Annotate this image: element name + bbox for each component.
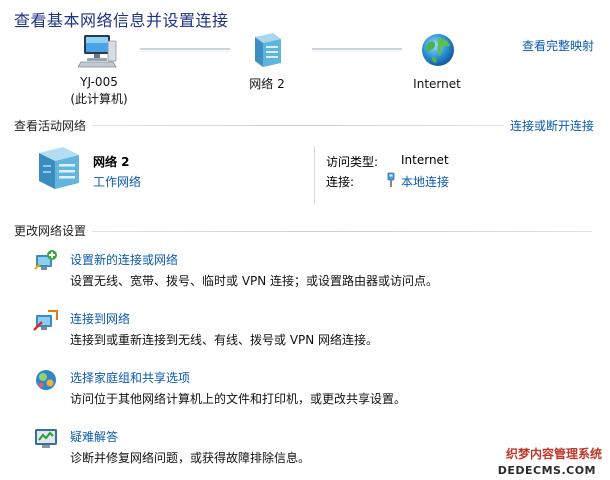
homegroup-icon [33, 368, 59, 392]
full-map-link[interactable]: 查看完整映射 [522, 37, 594, 54]
network-icon[interactable] [247, 31, 287, 69]
task-setup-new-connection-desc: 设置无线、宽带、拨号、临时或 VPN 连接；或设置路由器或访问点。 [70, 274, 439, 288]
computer-icon [77, 33, 118, 69]
computer-name: YJ-005 [80, 75, 118, 89]
network-building-icon [33, 145, 85, 191]
connect-network-icon [33, 309, 59, 333]
task-troubleshoot-desc: 诊断并修复网络问题，或获得故障排除信息。 [70, 451, 311, 465]
ethernet-plug-icon [385, 172, 397, 188]
task-troubleshoot[interactable]: 疑难解答 [70, 428, 118, 445]
network-map-name: 网络 2 [249, 77, 285, 91]
computer-subtitle: (此计算机) [70, 92, 128, 106]
task-connect-to-network-desc: 连接到或重新连接到无线、有线、拨号或 VPN 网络连接。 [70, 333, 379, 347]
task-setup-new-connection[interactable]: 设置新的连接或网络 [70, 251, 178, 268]
map-connector-line [140, 48, 230, 52]
map-connector-line [312, 48, 402, 52]
vertical-divider [314, 146, 315, 204]
access-type-value: Internet [401, 153, 449, 167]
internet-globe-icon[interactable] [420, 32, 456, 68]
new-connection-icon [33, 249, 59, 273]
page-title: 查看基本网络信息并设置连接 [14, 11, 229, 30]
internet-label: Internet [413, 77, 461, 91]
access-type-label: 访问类型: [326, 155, 379, 169]
task-homegroup-sharing[interactable]: 选择家庭组和共享选项 [70, 369, 190, 386]
section-divider [92, 125, 504, 126]
watermark-line2: DEDECMS.COM [497, 464, 596, 477]
active-networks-heading: 查看活动网络 [14, 119, 87, 133]
troubleshoot-icon [33, 426, 59, 450]
connect-disconnect-link[interactable]: 连接或断开连接 [510, 117, 594, 134]
watermark-line1: 织梦内容管理系统 [505, 447, 602, 461]
task-connect-to-network[interactable]: 连接到网络 [70, 310, 130, 327]
section-divider [92, 231, 592, 232]
connection-label: 连接: [326, 175, 355, 189]
active-network-name: 网络 2 [93, 155, 130, 169]
network-type-link[interactable]: 工作网络 [93, 173, 141, 190]
task-homegroup-sharing-desc: 访问位于其他网络计算机上的文件和打印机，或更改共享设置。 [70, 392, 407, 406]
change-settings-heading: 更改网络设置 [14, 224, 87, 238]
local-connection-link[interactable]: 本地连接 [401, 173, 449, 190]
